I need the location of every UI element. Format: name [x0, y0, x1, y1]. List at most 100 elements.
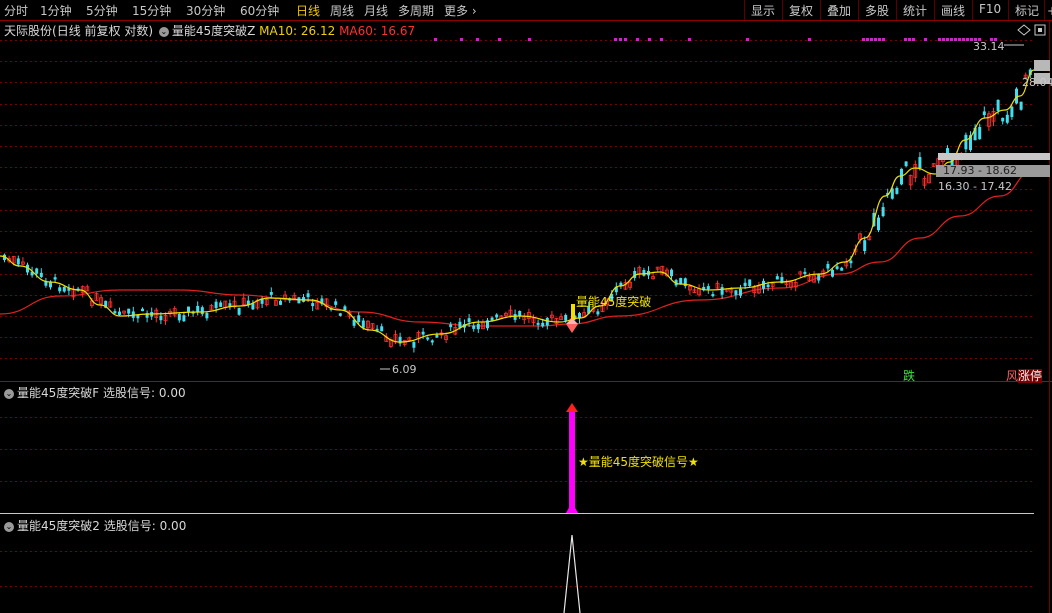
ma60-label: MA60: — [339, 24, 377, 38]
signal-dot — [962, 38, 965, 41]
candle-body — [421, 331, 425, 335]
candle-body — [748, 279, 752, 286]
candle-body — [1005, 114, 1009, 123]
candle-body — [518, 310, 522, 316]
candle-body — [863, 240, 867, 252]
candle-body — [16, 258, 20, 265]
signal-dot — [476, 38, 479, 41]
settings-circle-icon[interactable]: ⌄ — [4, 388, 14, 399]
candle-body — [449, 324, 453, 328]
fall-badge: 跌 — [903, 369, 916, 383]
candle-body — [982, 111, 986, 116]
candle-body — [361, 320, 365, 328]
candle-body — [182, 315, 186, 322]
candle-body — [964, 134, 968, 150]
candle-body — [711, 294, 715, 297]
signal-column — [569, 412, 575, 513]
panel-2-signal-value: 0.00 — [159, 519, 187, 533]
panel-f-signal-label: 选股信号: — [103, 386, 156, 400]
panel-2-title[interactable]: 量能45度突破2 — [17, 519, 100, 533]
signal-dot — [460, 38, 463, 41]
candle-body — [495, 314, 499, 318]
range-bar — [938, 153, 1050, 160]
candle-body — [306, 293, 310, 298]
candle-body — [476, 323, 480, 330]
signal-dot — [938, 38, 941, 41]
candle-body — [338, 313, 342, 316]
signal-dot — [619, 38, 622, 41]
limitup-badge: 风涨停 — [1006, 367, 1043, 384]
candle-body — [334, 301, 338, 305]
candle-body — [817, 274, 821, 281]
signal-dot — [746, 38, 749, 41]
diamond-icon[interactable] — [1017, 24, 1031, 36]
candle-body — [904, 161, 908, 167]
candle-body — [113, 311, 117, 314]
signal-dot — [946, 38, 949, 41]
candle-body — [58, 287, 62, 292]
low-price-label: 6.09 — [392, 363, 417, 376]
candle-body — [831, 269, 834, 277]
candle-body — [426, 337, 430, 340]
candle-body — [118, 311, 121, 315]
high-price-label: 33.14 — [973, 40, 1005, 53]
range2-label: 16.30 - 17.42 — [938, 180, 1012, 193]
panel-f-signal-text: ★量能45度突破信号★ — [578, 454, 699, 469]
signal-dot — [866, 38, 869, 41]
candle-body — [642, 270, 646, 276]
candle-body — [734, 290, 738, 295]
signal-dot — [878, 38, 881, 41]
signal-dot — [528, 38, 531, 41]
candle-body — [826, 264, 830, 269]
candle-body — [766, 284, 770, 288]
candle-body — [803, 271, 807, 274]
candle-body — [159, 315, 163, 321]
signal-dot — [660, 38, 663, 41]
candle-body — [412, 342, 416, 348]
candle-body — [39, 272, 43, 277]
signal-bar — [571, 304, 575, 320]
ma10-value: 26.12 — [300, 24, 336, 38]
candle-body — [205, 312, 209, 319]
limitup-label: 涨停 — [1018, 369, 1043, 383]
signal-column-base — [566, 502, 578, 513]
candle-body — [545, 317, 549, 326]
candle-body — [269, 292, 273, 295]
signal-dot — [882, 38, 885, 41]
stock-name: 天际股份 — [4, 24, 53, 38]
candle-body — [357, 315, 361, 323]
candle-body — [536, 322, 540, 325]
candle-body — [670, 269, 673, 277]
candle-body — [900, 168, 903, 185]
price-tag-box — [1034, 60, 1050, 71]
signal-dot — [498, 38, 501, 41]
candle-body — [849, 260, 853, 264]
candle-body — [187, 306, 190, 312]
arrow-up-icon — [566, 403, 578, 412]
settings-circle-icon[interactable]: ⌄ — [4, 521, 14, 532]
candle-body — [343, 306, 347, 311]
indicator-name[interactable]: 量能45度突破Z — [172, 24, 256, 38]
candle-body — [490, 317, 494, 321]
candle-body — [996, 99, 1000, 111]
candle-body — [214, 301, 218, 309]
candle-body — [706, 286, 710, 290]
candle-body — [219, 302, 223, 307]
candle-body — [918, 157, 922, 169]
panel-f-header: ⌄ 量能45度突破F 选股信号: 0.00 — [2, 384, 186, 401]
panel-f-title[interactable]: 量能45度突破F — [17, 386, 99, 400]
candle-body — [596, 311, 600, 315]
signal-dot — [648, 38, 651, 41]
candle-body — [1019, 101, 1023, 110]
candle-body — [127, 308, 131, 314]
signal-dot — [624, 38, 627, 41]
candle-body — [743, 282, 747, 287]
settings-circle-icon[interactable]: ⌄ — [158, 26, 169, 37]
candle-body — [279, 300, 282, 305]
candle-body — [53, 277, 57, 280]
signal-dot — [958, 38, 961, 41]
candle-body — [881, 207, 885, 217]
candlesticks — [3, 68, 1032, 353]
ma10-curve — [0, 69, 1035, 343]
signal-dot — [950, 38, 953, 41]
